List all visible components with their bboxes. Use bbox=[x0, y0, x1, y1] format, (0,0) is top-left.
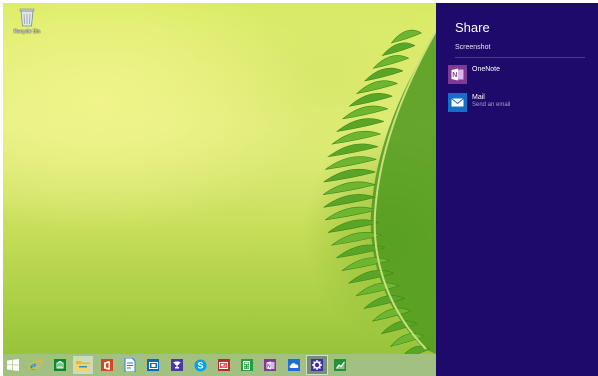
fern-leaflet bbox=[348, 93, 393, 107]
trophy-button[interactable] bbox=[167, 356, 187, 374]
settings-button[interactable] bbox=[306, 355, 329, 375]
file-explorer-button[interactable] bbox=[73, 356, 94, 374]
fern-leaflet bbox=[372, 55, 409, 69]
notepad-button[interactable] bbox=[120, 356, 140, 374]
fern-leaflet bbox=[335, 118, 385, 132]
fern-leaflet bbox=[381, 42, 416, 57]
fern-leaflet bbox=[325, 206, 377, 221]
recycle-bin-label: Recycle Bin bbox=[13, 29, 41, 35]
svg-text:S: S bbox=[197, 360, 203, 370]
taskbar: e S N bbox=[3, 354, 436, 376]
store-icon bbox=[53, 359, 66, 371]
store-button[interactable] bbox=[50, 356, 70, 374]
chart-icon bbox=[334, 359, 347, 371]
fern-leaflet bbox=[341, 105, 388, 120]
divider bbox=[455, 57, 585, 58]
onenote-icon: N bbox=[448, 65, 467, 84]
internet-explorer-icon: e bbox=[29, 359, 44, 372]
calculator-icon bbox=[240, 359, 253, 371]
desktop: Recycle Bin bbox=[3, 3, 436, 354]
finance-button[interactable] bbox=[330, 356, 350, 374]
share-target-onenote[interactable]: N OneNote bbox=[448, 65, 588, 89]
news-button[interactable] bbox=[214, 356, 234, 374]
cloud-icon bbox=[287, 359, 300, 371]
office-icon bbox=[100, 359, 113, 371]
start-button[interactable] bbox=[3, 356, 23, 374]
fern-leaflet bbox=[322, 181, 376, 195]
trophy-icon bbox=[170, 359, 183, 371]
share-pane-subtitle: Screenshot bbox=[455, 44, 491, 51]
document-icon bbox=[124, 358, 136, 372]
folder-icon bbox=[76, 361, 91, 371]
windows-logo-icon bbox=[7, 359, 19, 371]
fern-leaf-wallpaper bbox=[322, 29, 436, 354]
fern-leaflet bbox=[355, 80, 398, 95]
onenote-button[interactable]: N bbox=[260, 356, 280, 374]
fern-leaflet bbox=[363, 67, 404, 82]
recycle-bin-shortcut[interactable]: Recycle Bin bbox=[7, 7, 47, 35]
svg-text:N: N bbox=[452, 72, 457, 79]
fern-leaflet bbox=[390, 29, 422, 44]
film-icon bbox=[147, 359, 160, 371]
gear-icon bbox=[311, 359, 324, 371]
mail-icon bbox=[448, 93, 467, 112]
onedrive-button[interactable] bbox=[284, 356, 304, 374]
share-target-mail[interactable]: Mail Send an email bbox=[448, 93, 588, 117]
share-target-name: OneNote bbox=[472, 66, 501, 73]
share-target-name: Mail bbox=[472, 94, 485, 101]
fern-leaflet bbox=[323, 194, 376, 208]
office-button[interactable] bbox=[97, 356, 117, 374]
recycle-bin-icon bbox=[19, 7, 35, 27]
share-target-description: Send an email bbox=[472, 102, 511, 108]
news-icon bbox=[217, 359, 230, 371]
fern-leaflet bbox=[323, 168, 376, 183]
onenote-icon: N bbox=[264, 359, 277, 371]
skype-icon: S bbox=[194, 359, 207, 371]
svg-text:e: e bbox=[30, 359, 36, 372]
movies-button[interactable] bbox=[143, 356, 163, 374]
internet-explorer-button[interactable]: e bbox=[26, 356, 46, 374]
share-charm-pane: Share Screenshot N OneNote Mail Send an … bbox=[436, 3, 598, 376]
calculator-button[interactable] bbox=[237, 356, 257, 374]
fern-leaflet bbox=[327, 143, 379, 158]
fern-leaflet bbox=[331, 131, 381, 145]
skype-button[interactable]: S bbox=[190, 356, 210, 374]
share-pane-title: Share bbox=[455, 20, 490, 35]
svg-text:N: N bbox=[267, 363, 271, 369]
fern-leaflet bbox=[325, 156, 377, 170]
